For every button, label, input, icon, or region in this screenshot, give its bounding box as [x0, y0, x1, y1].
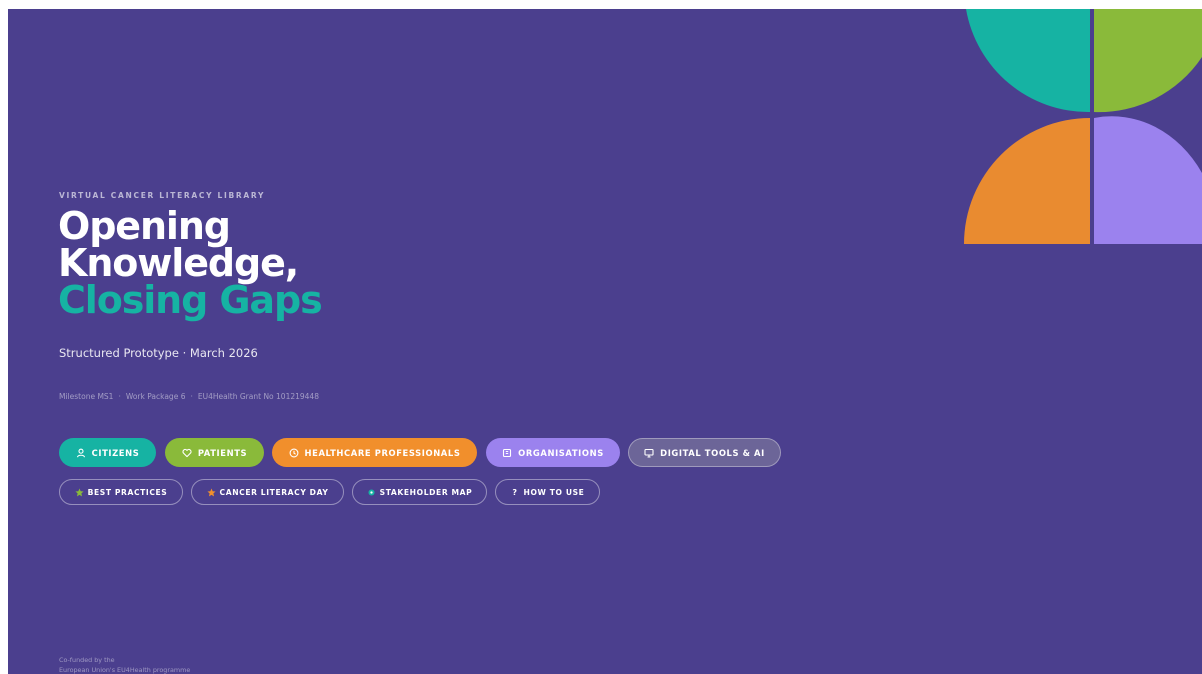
- title-line-2: Knowledge,: [58, 241, 299, 285]
- patients-button[interactable]: PATIENTS: [165, 438, 264, 467]
- person-icon: [76, 448, 86, 458]
- star-icon: [75, 488, 84, 497]
- milestone-label: Milestone MS1: [59, 392, 114, 401]
- project-meta: Milestone MS1 · Work Package 6 · EU4Health G…: [59, 392, 319, 401]
- healthcare-professionals-button[interactable]: HEALTHCARE PROFESSIONALS: [272, 438, 477, 467]
- page-subtitle: Structured Prototype · March 2026: [59, 346, 258, 360]
- monitor-icon: [644, 448, 654, 458]
- building-icon: [502, 448, 512, 458]
- clock-icon: [289, 448, 299, 458]
- grant-label: EU4Health Grant No 101219448: [197, 392, 319, 401]
- citizens-button[interactable]: CITIZENS: [59, 438, 156, 467]
- cancer-literacy-day-button-label: CANCER LITERACY DAY: [219, 487, 329, 497]
- library-eyebrow-label: VIRTUAL CANCER LITERACY LIBRARY: [59, 191, 266, 200]
- green-quarter-shape: [1094, 9, 1202, 113]
- orange-quarter-shape: [964, 118, 1090, 244]
- stakeholder-map-button[interactable]: STAKEHOLDER MAP: [352, 479, 487, 505]
- patients-button-label: PATIENTS: [197, 447, 248, 458]
- dot-icon: [367, 488, 376, 497]
- best-practices-button[interactable]: BEST PRACTICES: [59, 479, 183, 505]
- meta-separator: ·: [190, 392, 193, 401]
- stakeholder-map-button-label: STAKEHOLDER MAP: [379, 487, 473, 497]
- cancer-literacy-day-button[interactable]: CANCER LITERACY DAY: [191, 479, 344, 505]
- question-icon: ?: [512, 487, 518, 497]
- work-package-label: Work Package 6: [125, 392, 186, 401]
- funding-footer: Co-funded by the European Union's EU4Hea…: [59, 656, 190, 674]
- organisations-button[interactable]: ORGANISATIONS: [486, 438, 620, 467]
- funding-line-1: Co-funded by the: [59, 656, 115, 664]
- star-icon: [206, 488, 216, 497]
- best-practices-button-label: BEST PRACTICES: [87, 487, 168, 497]
- digital-tools-ai-button-label: DIGITAL TOOLS & AI: [660, 447, 765, 458]
- teal-quarter-shape: [966, 9, 1090, 113]
- digital-tools-ai-button[interactable]: DIGITAL TOOLS & AI: [628, 438, 781, 467]
- how-to-use-button[interactable]: ? HOW TO USE: [495, 479, 600, 505]
- title-accent-line: Closing Gaps: [58, 278, 323, 322]
- healthcare-professionals-button-label: HEALTHCARE PROFESSIONALS: [304, 447, 461, 458]
- title-line-1: Opening: [58, 204, 231, 248]
- funding-line-2: European Union's EU4Health programme: [59, 665, 191, 674]
- meta-separator: ·: [118, 392, 121, 401]
- organisations-button-label: ORGANISATIONS: [518, 447, 604, 458]
- hero-page: VIRTUAL CANCER LITERACY LIBRARY Opening …: [8, 9, 1202, 674]
- page-title: Opening Knowledge, Closing Gaps: [58, 204, 323, 322]
- decorative-quadrant-shapes: [964, 9, 1202, 244]
- citizens-button-label: CITIZENS: [91, 447, 140, 458]
- lavender-quarter-shape: [1094, 116, 1202, 244]
- heart-icon: [182, 448, 192, 458]
- how-to-use-button-label: HOW TO USE: [523, 487, 585, 497]
